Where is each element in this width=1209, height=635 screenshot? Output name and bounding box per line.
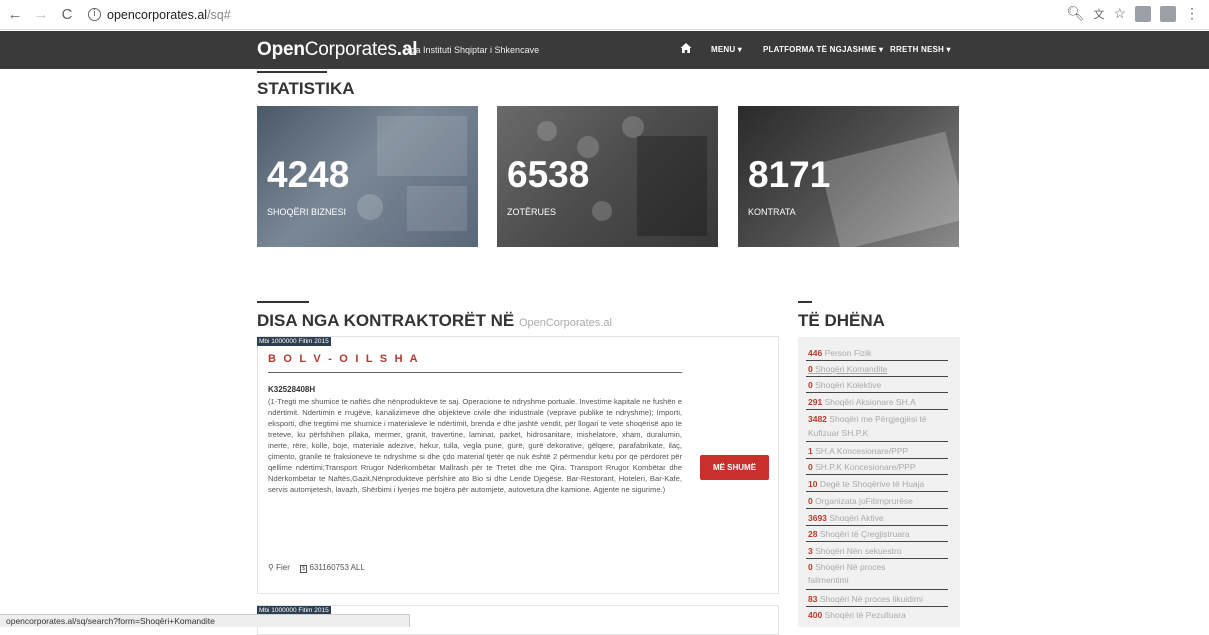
divider bbox=[806, 508, 948, 509]
forward-icon[interactable]: → bbox=[30, 4, 52, 26]
stat-card-owners[interactable]: 6538 ZOTËRUES bbox=[497, 106, 718, 247]
money-icon: $ bbox=[299, 565, 308, 573]
stat-label: SHOQËRI BIZNESI bbox=[267, 207, 347, 217]
sidebar-item[interactable]: 0 Shoqëri Komandite bbox=[808, 364, 887, 374]
heading-rule bbox=[798, 301, 812, 303]
divider bbox=[806, 606, 948, 607]
stats-heading: STATISTIKA bbox=[257, 79, 355, 98]
heading-rule bbox=[257, 71, 327, 73]
nav-platforms[interactable]: PLATFORMA TË NGJASHME ▾ bbox=[763, 45, 883, 54]
sidebar-item-cont[interactable]: falimentimi bbox=[808, 575, 849, 585]
site-logo[interactable]: OpenCorporates.al bbox=[257, 39, 417, 61]
map-marker-icon: ⚲ bbox=[268, 563, 274, 572]
contractor-footer: ⚲ Fier $ 631160753 ALL bbox=[268, 563, 365, 573]
sidebar-item[interactable]: 446 Person Fizik bbox=[808, 348, 871, 358]
browser-toolbar: ← → C i opencorporates.al/sq# 🔍︎ 文 ☆ ⋮ bbox=[0, 0, 1209, 30]
heading-rule bbox=[257, 301, 309, 303]
divider bbox=[806, 376, 948, 377]
divider bbox=[806, 458, 948, 459]
reload-icon[interactable]: C bbox=[56, 4, 78, 26]
nav-menu[interactable]: MENU ▾ bbox=[711, 45, 742, 54]
divider bbox=[806, 491, 948, 492]
site-tagline: Nga Instituti Shqiptar i Shkencave bbox=[404, 45, 540, 55]
sidebar-item[interactable]: 0 SH.P.K Koncesionare/PPP bbox=[808, 462, 916, 472]
sidebar-item[interactable]: 0 Shoqëri Kolektive bbox=[808, 380, 881, 390]
bookmark-star-icon[interactable]: ☆ bbox=[1113, 5, 1126, 22]
sidebar-item[interactable]: 3693 Shoqëri Aktive bbox=[808, 513, 884, 523]
site-navbar: OpenCorporates.al Nga Instituti Shqiptar… bbox=[0, 31, 1209, 69]
more-button[interactable]: MË SHUMË bbox=[700, 455, 769, 480]
sidebar-item[interactable]: 291 Shoqëri Aksionare SH.A bbox=[808, 397, 916, 407]
stat-number: 8171 bbox=[748, 154, 831, 195]
sidebar-item[interactable]: 3482 Shoqëri me Përgjegjësi të bbox=[808, 414, 927, 424]
extension-camera-icon[interactable] bbox=[1160, 5, 1176, 22]
address-bar[interactable]: i opencorporates.al/sq# bbox=[88, 8, 231, 22]
sidebar-item[interactable]: 400 Shoqëri të Pezulluara bbox=[808, 610, 906, 620]
stat-number: 4248 bbox=[267, 154, 350, 195]
divider bbox=[806, 589, 948, 590]
stat-label: KONTRATA bbox=[748, 207, 796, 217]
divider bbox=[806, 474, 948, 475]
extension-icon[interactable] bbox=[1135, 5, 1151, 22]
sidebar-item[interactable]: 0 Shoqëri Në proces bbox=[808, 562, 886, 572]
stat-card-contracts[interactable]: 8171 KONTRATA bbox=[738, 106, 959, 247]
zoom-icon[interactable]: 🔍︎ bbox=[1067, 5, 1085, 22]
profit-tag: Mbi 1000000 Fitim 2015 bbox=[257, 337, 331, 346]
contractor-nipt: K32528408H bbox=[268, 385, 316, 394]
browser-status-bar: opencorporates.al/sq/search?form=Shoqëri… bbox=[0, 614, 410, 627]
sidebar-item[interactable]: 83 Shoqëri Në proces likuidimi bbox=[808, 594, 923, 604]
amount: $ 631160753 ALL bbox=[299, 563, 365, 573]
sidebar-item[interactable]: 10 Degë te Shoqërive të Huaja bbox=[808, 479, 924, 489]
nav-about[interactable]: RRETH NESH ▾ bbox=[890, 45, 951, 54]
sidebar-heading: TË DHËNA bbox=[798, 311, 885, 330]
sidebar-item-cont[interactable]: Kufizuar SH.P.K bbox=[808, 428, 868, 438]
contractor-name[interactable]: B O L V - O I L S H A bbox=[268, 353, 420, 365]
divider bbox=[806, 360, 948, 361]
sidebar-item[interactable]: 28 Shoqëri të Çregjistruara bbox=[808, 529, 910, 539]
translate-icon[interactable]: 文 bbox=[1093, 6, 1104, 22]
url-path: /sq# bbox=[207, 7, 231, 22]
sidebar-item[interactable]: 0 Organizata joFitimprurëse bbox=[808, 496, 913, 506]
home-icon[interactable] bbox=[680, 42, 692, 54]
back-icon[interactable]: ← bbox=[4, 4, 26, 26]
stat-label: ZOTËRUES bbox=[507, 207, 557, 217]
contractors-heading: DISA NGA KONTRAKTORËT NË OpenCorporates.… bbox=[257, 311, 612, 330]
divider bbox=[806, 558, 948, 559]
divider bbox=[806, 525, 948, 526]
url-host: opencorporates.al bbox=[107, 7, 208, 22]
more-menu-icon[interactable]: ⋮ bbox=[1185, 5, 1199, 22]
divider bbox=[806, 441, 948, 442]
stat-card-businesses[interactable]: 4248 SHOQËRI BIZNESI bbox=[257, 106, 478, 247]
divider bbox=[806, 392, 948, 393]
divider bbox=[806, 541, 948, 542]
stat-number: 6538 bbox=[507, 154, 590, 195]
contractor-description: (1-Tregti me shumice te naftës dhe nënpr… bbox=[268, 397, 682, 494]
site-info-icon[interactable]: i bbox=[88, 8, 101, 21]
location: ⚲ Fier bbox=[268, 563, 290, 572]
title-divider bbox=[268, 372, 682, 373]
divider bbox=[806, 409, 948, 410]
sidebar-item[interactable]: 3 Shoqëri Nën sekuestro bbox=[808, 546, 902, 556]
sidebar-item[interactable]: 1 SH.A Koncesionare/PPP bbox=[808, 446, 908, 456]
